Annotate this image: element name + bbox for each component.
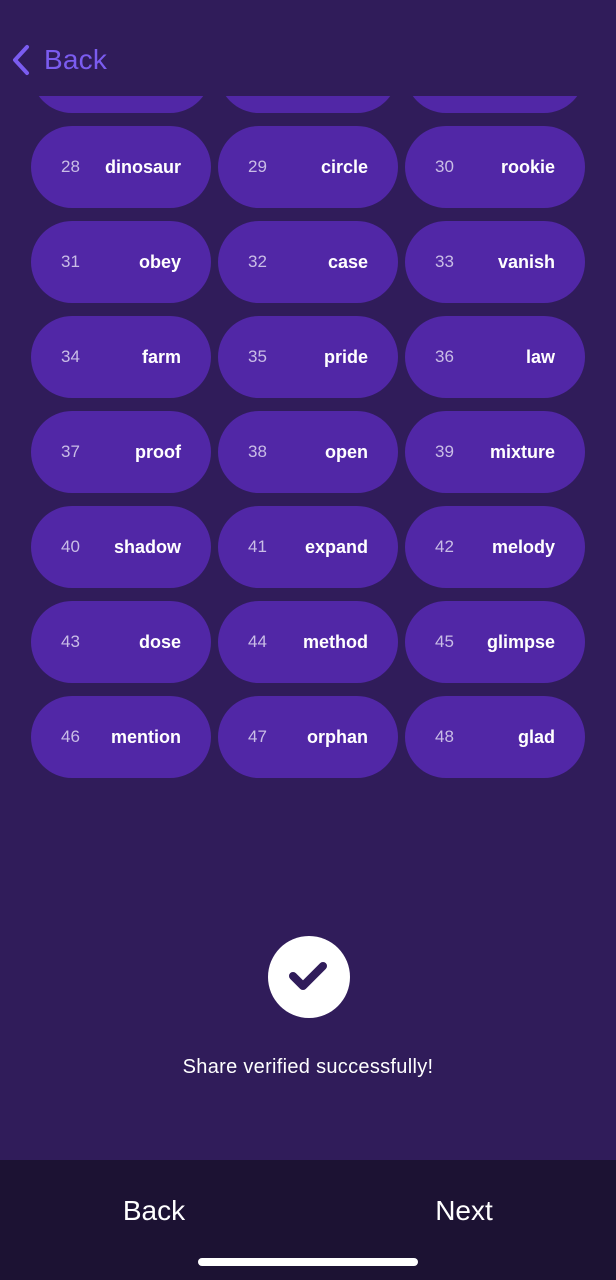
word-number: 38	[248, 442, 267, 461]
word-number: 45	[435, 632, 454, 651]
word-text: mixture	[489, 442, 555, 462]
word-number: 47	[248, 727, 267, 746]
word-text: law	[525, 347, 555, 367]
word-number: 43	[61, 632, 80, 651]
word-pill	[405, 96, 585, 113]
word-pill: 36 law	[405, 316, 585, 398]
word-text: dose	[138, 632, 181, 652]
word-text: expand	[304, 537, 368, 557]
bottom-bar: Back Next	[0, 1160, 616, 1280]
word-pill: 46 mention	[31, 696, 211, 778]
word-pill: 38 open	[218, 411, 398, 493]
word-grid: 28 dinosaur 29 circle 30 rookie 31 obey 32 case 33…	[31, 96, 585, 778]
word-number: 36	[435, 347, 454, 366]
word-number: 29	[248, 157, 267, 176]
word-number: 33	[435, 252, 454, 271]
word-pill: 40 shadow	[31, 506, 211, 588]
word-pill: 44 method	[218, 601, 398, 683]
word-number: 42	[435, 537, 454, 556]
word-text: case	[327, 252, 368, 272]
word-number: 31	[61, 252, 80, 271]
word-number: 28	[61, 157, 80, 176]
word-text: vanish	[497, 252, 555, 272]
word-number: 39	[435, 442, 454, 461]
word-text: open	[325, 442, 368, 462]
status-message: Share verified successfully!	[182, 1056, 434, 1078]
word-pill: 41 expand	[218, 506, 398, 588]
word-pill	[31, 96, 211, 113]
word-pill: 48 glad	[405, 696, 585, 778]
word-pill: 35 pride	[218, 316, 398, 398]
word-text: dinosaur	[104, 157, 181, 177]
word-text: glad	[517, 727, 555, 747]
word-text: obey	[138, 252, 181, 272]
home-indicator[interactable]	[198, 1258, 418, 1266]
word-pill: 45 glimpse	[405, 601, 585, 683]
word-number: 44	[248, 632, 267, 651]
checkmark-icon	[289, 962, 327, 990]
word-text: farm	[141, 347, 181, 367]
success-badge	[268, 936, 350, 1018]
word-text: shadow	[113, 537, 181, 557]
word-pill: 30 rookie	[405, 126, 585, 208]
next-button[interactable]: Next	[394, 1186, 534, 1236]
word-pill: 31 obey	[31, 221, 211, 303]
word-grid-scroll[interactable]: 28 dinosaur 29 circle 30 rookie 31 obey 32 case 33…	[0, 96, 616, 816]
word-number: 40	[61, 537, 80, 556]
word-text: melody	[491, 537, 555, 557]
word-pill: 28 dinosaur	[31, 126, 211, 208]
word-pill: 29 circle	[218, 126, 398, 208]
word-number: 41	[248, 537, 267, 556]
word-number: 35	[248, 347, 267, 366]
word-text: mention	[111, 727, 181, 747]
word-pill: 47 orphan	[218, 696, 398, 778]
word-pill	[218, 96, 398, 113]
word-text: method	[303, 632, 368, 652]
word-number: 34	[61, 347, 80, 366]
word-number: 30	[435, 157, 454, 176]
word-text: glimpse	[486, 632, 555, 652]
word-pill: 34 farm	[31, 316, 211, 398]
word-pill: 43 dose	[31, 601, 211, 683]
word-text: circle	[320, 157, 368, 177]
word-text: rookie	[500, 157, 555, 177]
back-nav-label: Back	[44, 44, 108, 75]
word-number: 48	[435, 727, 454, 746]
back-nav-button[interactable]: Back	[10, 40, 107, 80]
chevron-left-icon	[13, 45, 29, 75]
word-pill: 39 mixture	[405, 411, 585, 493]
word-text: proof	[135, 442, 181, 462]
word-pill: 33 vanish	[405, 221, 585, 303]
word-number: 32	[248, 252, 267, 271]
word-pill: 32 case	[218, 221, 398, 303]
back-button[interactable]: Back	[84, 1186, 224, 1236]
word-pill: 42 melody	[405, 506, 585, 588]
word-number: 37	[61, 442, 80, 461]
word-number: 46	[61, 727, 80, 746]
word-pill: 37 proof	[31, 411, 211, 493]
word-text: orphan	[307, 727, 368, 747]
top-bar: Back	[0, 0, 616, 96]
word-text: pride	[323, 347, 368, 367]
